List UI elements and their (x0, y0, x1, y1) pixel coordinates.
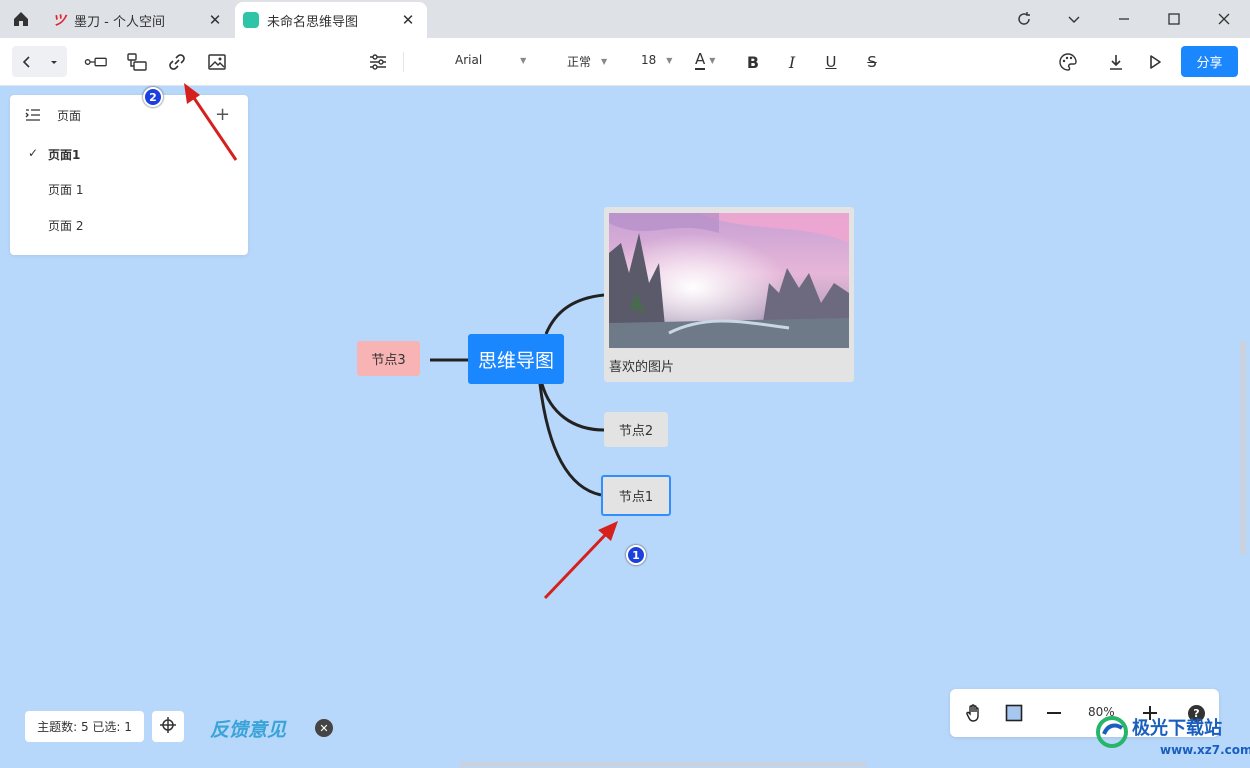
step-badge-1: 1 (626, 545, 646, 565)
fit-view-icon[interactable] (1002, 701, 1026, 725)
step-badge-2: 2 (143, 87, 163, 107)
site-watermark: 极光下载站 www.xz7.com (1094, 714, 1250, 762)
red-arrow-2 (184, 83, 238, 161)
crosshair-icon (159, 716, 177, 738)
feedback-close-icon[interactable]: ✕ (315, 719, 333, 737)
horizontal-scrollbar[interactable] (459, 762, 867, 767)
image-caption: 喜欢的图片 (609, 360, 675, 375)
node-2[interactable]: 节点2 (604, 412, 668, 447)
fantasy-landscape-image (609, 213, 849, 348)
red-arrow-1 (543, 521, 618, 600)
connector-to-image (544, 293, 605, 335)
node-1-selected[interactable]: 节点1 (601, 475, 671, 516)
watermark-url: www.xz7.com (1160, 743, 1250, 757)
watermark-title: 极光下载站 (1132, 718, 1222, 739)
connector-to-node2 (540, 383, 605, 432)
vertical-scrollbar[interactable] (1240, 340, 1246, 555)
root-node[interactable]: 思维导图 (468, 334, 564, 384)
feedback-link[interactable]: 反馈意见 (210, 715, 286, 742)
node-3[interactable]: 节点3 (357, 341, 420, 376)
zoom-out-icon[interactable] (1042, 701, 1066, 725)
topic-count-status: 主题数: 5 已选: 1 (25, 711, 144, 742)
watermark-logo-icon (1096, 716, 1128, 748)
locate-center-button[interactable] (152, 711, 184, 742)
image-node[interactable]: 喜欢的图片 (604, 207, 854, 382)
mindmap-connectors (184, 83, 618, 600)
hand-pan-icon[interactable] (962, 701, 986, 725)
